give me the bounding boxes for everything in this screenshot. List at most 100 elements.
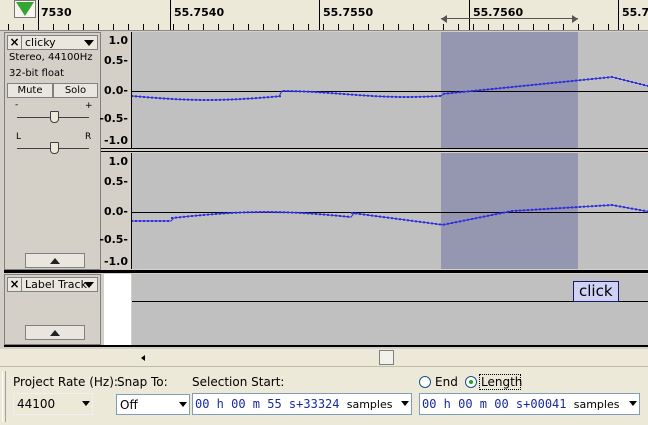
ruler-minor-tick xyxy=(143,24,144,30)
collapse-label-track-button[interactable] xyxy=(25,325,85,340)
vruler-neg1.0: -1.0 xyxy=(103,255,128,268)
right-channel-waveform[interactable] xyxy=(132,153,648,269)
vruler-neg0.5: -0.5- xyxy=(99,112,128,125)
selection-start-value: 00 h 00 m 55 s+33324 xyxy=(195,397,340,411)
ruler-selection-indicator xyxy=(441,15,578,23)
selection-toolbar: Project Rate (Hz): 44100 Snap To: Off Se… xyxy=(0,366,648,425)
length-radio[interactable] xyxy=(465,376,477,388)
label-track-area[interactable]: click xyxy=(132,274,648,345)
right-channel-vertical-ruler: 1.0 0.5- 0.0- -0.5- -1.0 xyxy=(99,153,132,269)
ruler-minor-tick xyxy=(263,24,264,30)
ruler-minor-tick xyxy=(563,24,564,30)
vruler-neg1.0: -1.0 xyxy=(103,134,128,147)
gain-slider-thumb[interactable] xyxy=(50,111,59,123)
play-head-icon[interactable] xyxy=(16,2,34,16)
chevron-down-icon[interactable] xyxy=(82,401,90,406)
ruler-minor-tick xyxy=(518,24,519,30)
length-format: samples xyxy=(573,398,620,411)
vruler-1.0: 1.0 xyxy=(108,34,129,47)
solo-button[interactable]: Solo xyxy=(53,83,98,98)
ruler-minor-tick xyxy=(308,24,309,30)
track-panel: × clicky Stereo, 44100Hz 32-bit float Mu… xyxy=(0,31,648,349)
mute-button[interactable]: Mute xyxy=(7,83,53,98)
scroll-left-arrow-icon[interactable] xyxy=(141,355,145,361)
track-name: clicky xyxy=(25,36,56,49)
track-format-info: Stereo, 44100Hz xyxy=(9,52,93,63)
ruler-minor-tick xyxy=(398,24,399,30)
label-click[interactable]: click xyxy=(573,281,619,302)
ruler-minor-tick xyxy=(593,24,594,30)
ruler-minor-tick xyxy=(233,24,234,30)
ruler-minor-tick xyxy=(98,24,99,30)
ruler-minor-tick xyxy=(83,24,84,30)
ruler-minor-tick xyxy=(203,24,204,30)
vruler-0.0: 0.0- xyxy=(103,205,128,218)
collapse-track-button[interactable] xyxy=(25,253,85,268)
snap-to-label: Snap To: xyxy=(117,375,168,389)
ruler-minor-tick xyxy=(8,24,9,30)
audacity-window: 7530 55.7540 55.7550 55.7560 55.75 × cli… xyxy=(0,0,648,425)
ruler-minor-tick xyxy=(578,24,579,30)
ruler-minor-tick xyxy=(548,24,549,30)
vruler-0.5: 0.5- xyxy=(103,175,128,188)
ruler-minor-tick xyxy=(623,24,624,30)
scrollbar-thumb[interactable] xyxy=(379,350,394,365)
ruler-label-3: 55.7550 xyxy=(323,6,374,19)
ruler-minor-tick xyxy=(368,24,369,30)
left-channel-vertical-ruler: 1.0 0.5- 0.0- -0.5- -1.0 xyxy=(99,32,132,148)
snap-to-select[interactable]: Off xyxy=(116,394,190,415)
ruler-minor-tick xyxy=(113,24,114,30)
chevron-down-icon[interactable] xyxy=(401,401,409,406)
collapse-up-icon xyxy=(50,330,60,336)
chevron-down-icon[interactable] xyxy=(179,402,187,407)
track-bit-depth: 32-bit float xyxy=(9,68,65,79)
ruler-minor-tick xyxy=(428,24,429,30)
ruler-minor-tick xyxy=(323,24,324,30)
length-time[interactable]: 00 h 00 m 00 s+00041 samples xyxy=(419,393,640,415)
ruler-minor-tick xyxy=(353,24,354,30)
selection-start-time[interactable]: 00 h 00 m 55 s+33324 samples xyxy=(192,393,412,415)
ruler-minor-tick xyxy=(533,24,534,30)
horizontal-scrollbar[interactable] xyxy=(0,349,648,366)
track-menu-dropdown-icon[interactable] xyxy=(84,40,94,46)
label-track-name: Label Track xyxy=(25,278,87,291)
ruler-minor-tick xyxy=(128,24,129,30)
audio-track-title-bar[interactable]: × clicky xyxy=(7,35,98,50)
pan-left-label: L xyxy=(16,132,22,142)
ruler-minor-tick xyxy=(158,24,159,30)
ruler-minor-tick xyxy=(413,24,414,30)
ruler-major-tick xyxy=(618,0,619,30)
track-separator xyxy=(4,345,648,347)
channel-separator xyxy=(101,148,648,152)
ruler-minor-tick xyxy=(473,24,474,30)
end-radio[interactable] xyxy=(419,376,431,388)
ruler-major-tick xyxy=(38,0,39,30)
label-track-title-bar[interactable]: × Label Track xyxy=(7,277,98,292)
timeline-ruler[interactable]: 7530 55.7540 55.7550 55.7560 55.75 xyxy=(0,0,648,31)
collapse-up-icon xyxy=(50,258,60,264)
left-channel-waveform[interactable] xyxy=(132,32,648,148)
ruler-minor-tick xyxy=(338,24,339,30)
label-track-stub xyxy=(104,274,131,345)
chevron-down-icon[interactable] xyxy=(629,401,637,406)
close-label-track-button[interactable]: × xyxy=(8,278,22,291)
length-label: Length xyxy=(481,375,523,389)
ruler-minor-tick xyxy=(383,24,384,30)
track-separator xyxy=(4,270,648,273)
label-track-menu-dropdown-icon[interactable] xyxy=(84,282,94,288)
ruler-minor-tick xyxy=(188,24,189,30)
ruler-minor-tick xyxy=(458,24,459,30)
right-waveform-line xyxy=(132,204,648,226)
project-rate-label: Project Rate (Hz): xyxy=(13,375,118,389)
pan-right-label: R xyxy=(85,132,92,142)
pan-slider-thumb[interactable] xyxy=(50,142,59,154)
ruler-minor-tick xyxy=(218,24,219,30)
project-rate-combo[interactable]: 44100 xyxy=(13,393,93,415)
ruler-minor-tick xyxy=(173,24,174,30)
snap-to-value: Off xyxy=(120,398,138,412)
vruler-1.0: 1.0 xyxy=(108,155,129,168)
toolbar-grip[interactable] xyxy=(2,371,6,422)
ruler-minor-tick xyxy=(443,24,444,30)
close-track-button[interactable]: × xyxy=(8,36,22,49)
label-track-control-panel: × Label Track xyxy=(4,274,101,345)
